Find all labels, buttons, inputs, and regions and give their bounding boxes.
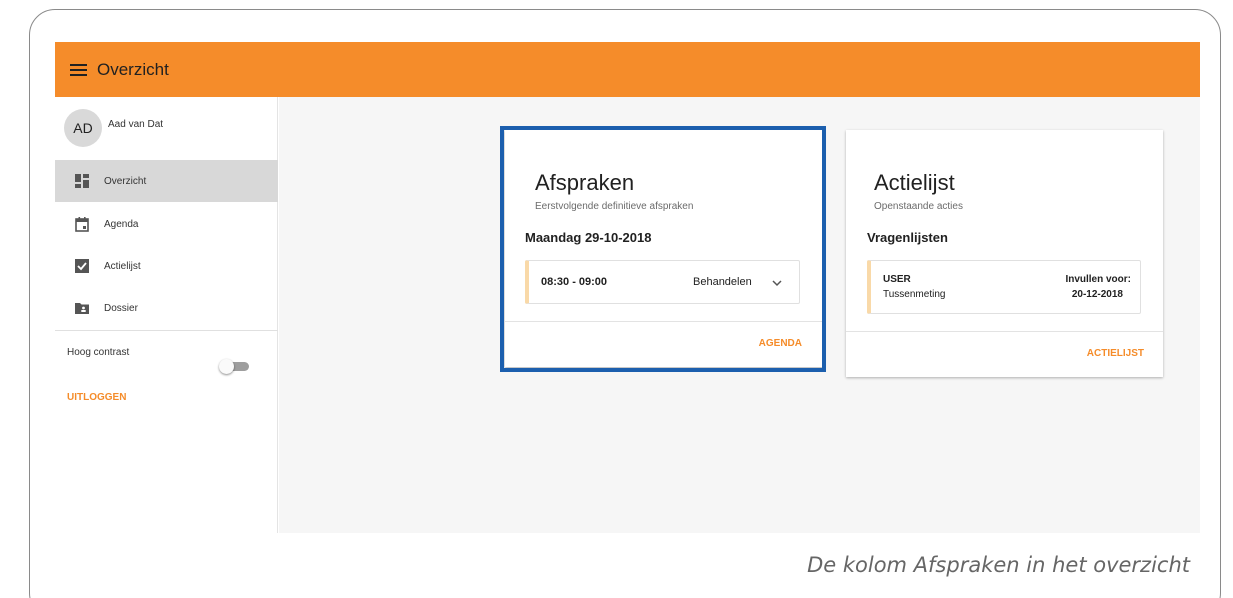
sidebar-item-agenda[interactable]: Agenda bbox=[55, 203, 278, 245]
sidebar-divider bbox=[55, 330, 278, 331]
actielijst-link[interactable]: ACTIELIJST bbox=[1087, 348, 1144, 359]
high-contrast-setting: Hoog contrast bbox=[67, 343, 257, 377]
action-owner: USER bbox=[883, 274, 911, 285]
sidebar-item-label: Overzicht bbox=[104, 175, 147, 187]
logout-button[interactable]: UITLOGGEN bbox=[67, 392, 126, 403]
sidebar-item-label: Actielijst bbox=[104, 260, 141, 272]
due-label: Invullen voor: bbox=[1065, 274, 1131, 285]
questionnaires-heading: Vragenlijsten bbox=[867, 230, 948, 245]
high-contrast-label: Hoog contrast bbox=[67, 347, 130, 358]
user-profile: AD Aad van Dat bbox=[64, 109, 163, 147]
avatar: AD bbox=[64, 109, 102, 147]
app-title: Overzicht bbox=[97, 59, 169, 79]
sidebar-item-label: Dossier bbox=[104, 302, 138, 314]
sidebar-item-actielijst[interactable]: Actielijst bbox=[55, 245, 278, 287]
caption: De kolom Afspraken in het overzicht bbox=[807, 553, 1190, 577]
dashboard-icon bbox=[74, 173, 90, 189]
action-item[interactable]: USER Tussenmeting Invullen voor: 20-12-2… bbox=[867, 260, 1141, 314]
card-title: Actielijst bbox=[874, 170, 955, 195]
high-contrast-toggle[interactable] bbox=[219, 359, 249, 374]
sidebar: AD Aad van Dat Overzicht Agenda Actielij… bbox=[55, 97, 278, 533]
menu-icon[interactable] bbox=[70, 63, 87, 76]
card-subtitle: Openstaande acties bbox=[874, 201, 963, 212]
checkbox-icon bbox=[74, 258, 90, 274]
sidebar-item-label: Agenda bbox=[104, 218, 139, 230]
due-date: 20-12-2018 bbox=[1071, 289, 1123, 300]
card-divider bbox=[846, 331, 1163, 332]
actielijst-card: Actielijst Openstaande acties Vragenlijs… bbox=[846, 130, 1163, 377]
user-name: Aad van Dat bbox=[108, 118, 164, 130]
sidebar-item-dossier[interactable]: Dossier bbox=[55, 287, 278, 329]
action-description: Tussenmeting bbox=[883, 289, 946, 300]
app-bar: Overzicht bbox=[55, 42, 1200, 97]
folder-shared-icon bbox=[74, 300, 90, 316]
calendar-icon bbox=[74, 216, 90, 232]
highlight-box bbox=[500, 126, 826, 372]
sidebar-item-overzicht[interactable]: Overzicht bbox=[55, 160, 278, 202]
